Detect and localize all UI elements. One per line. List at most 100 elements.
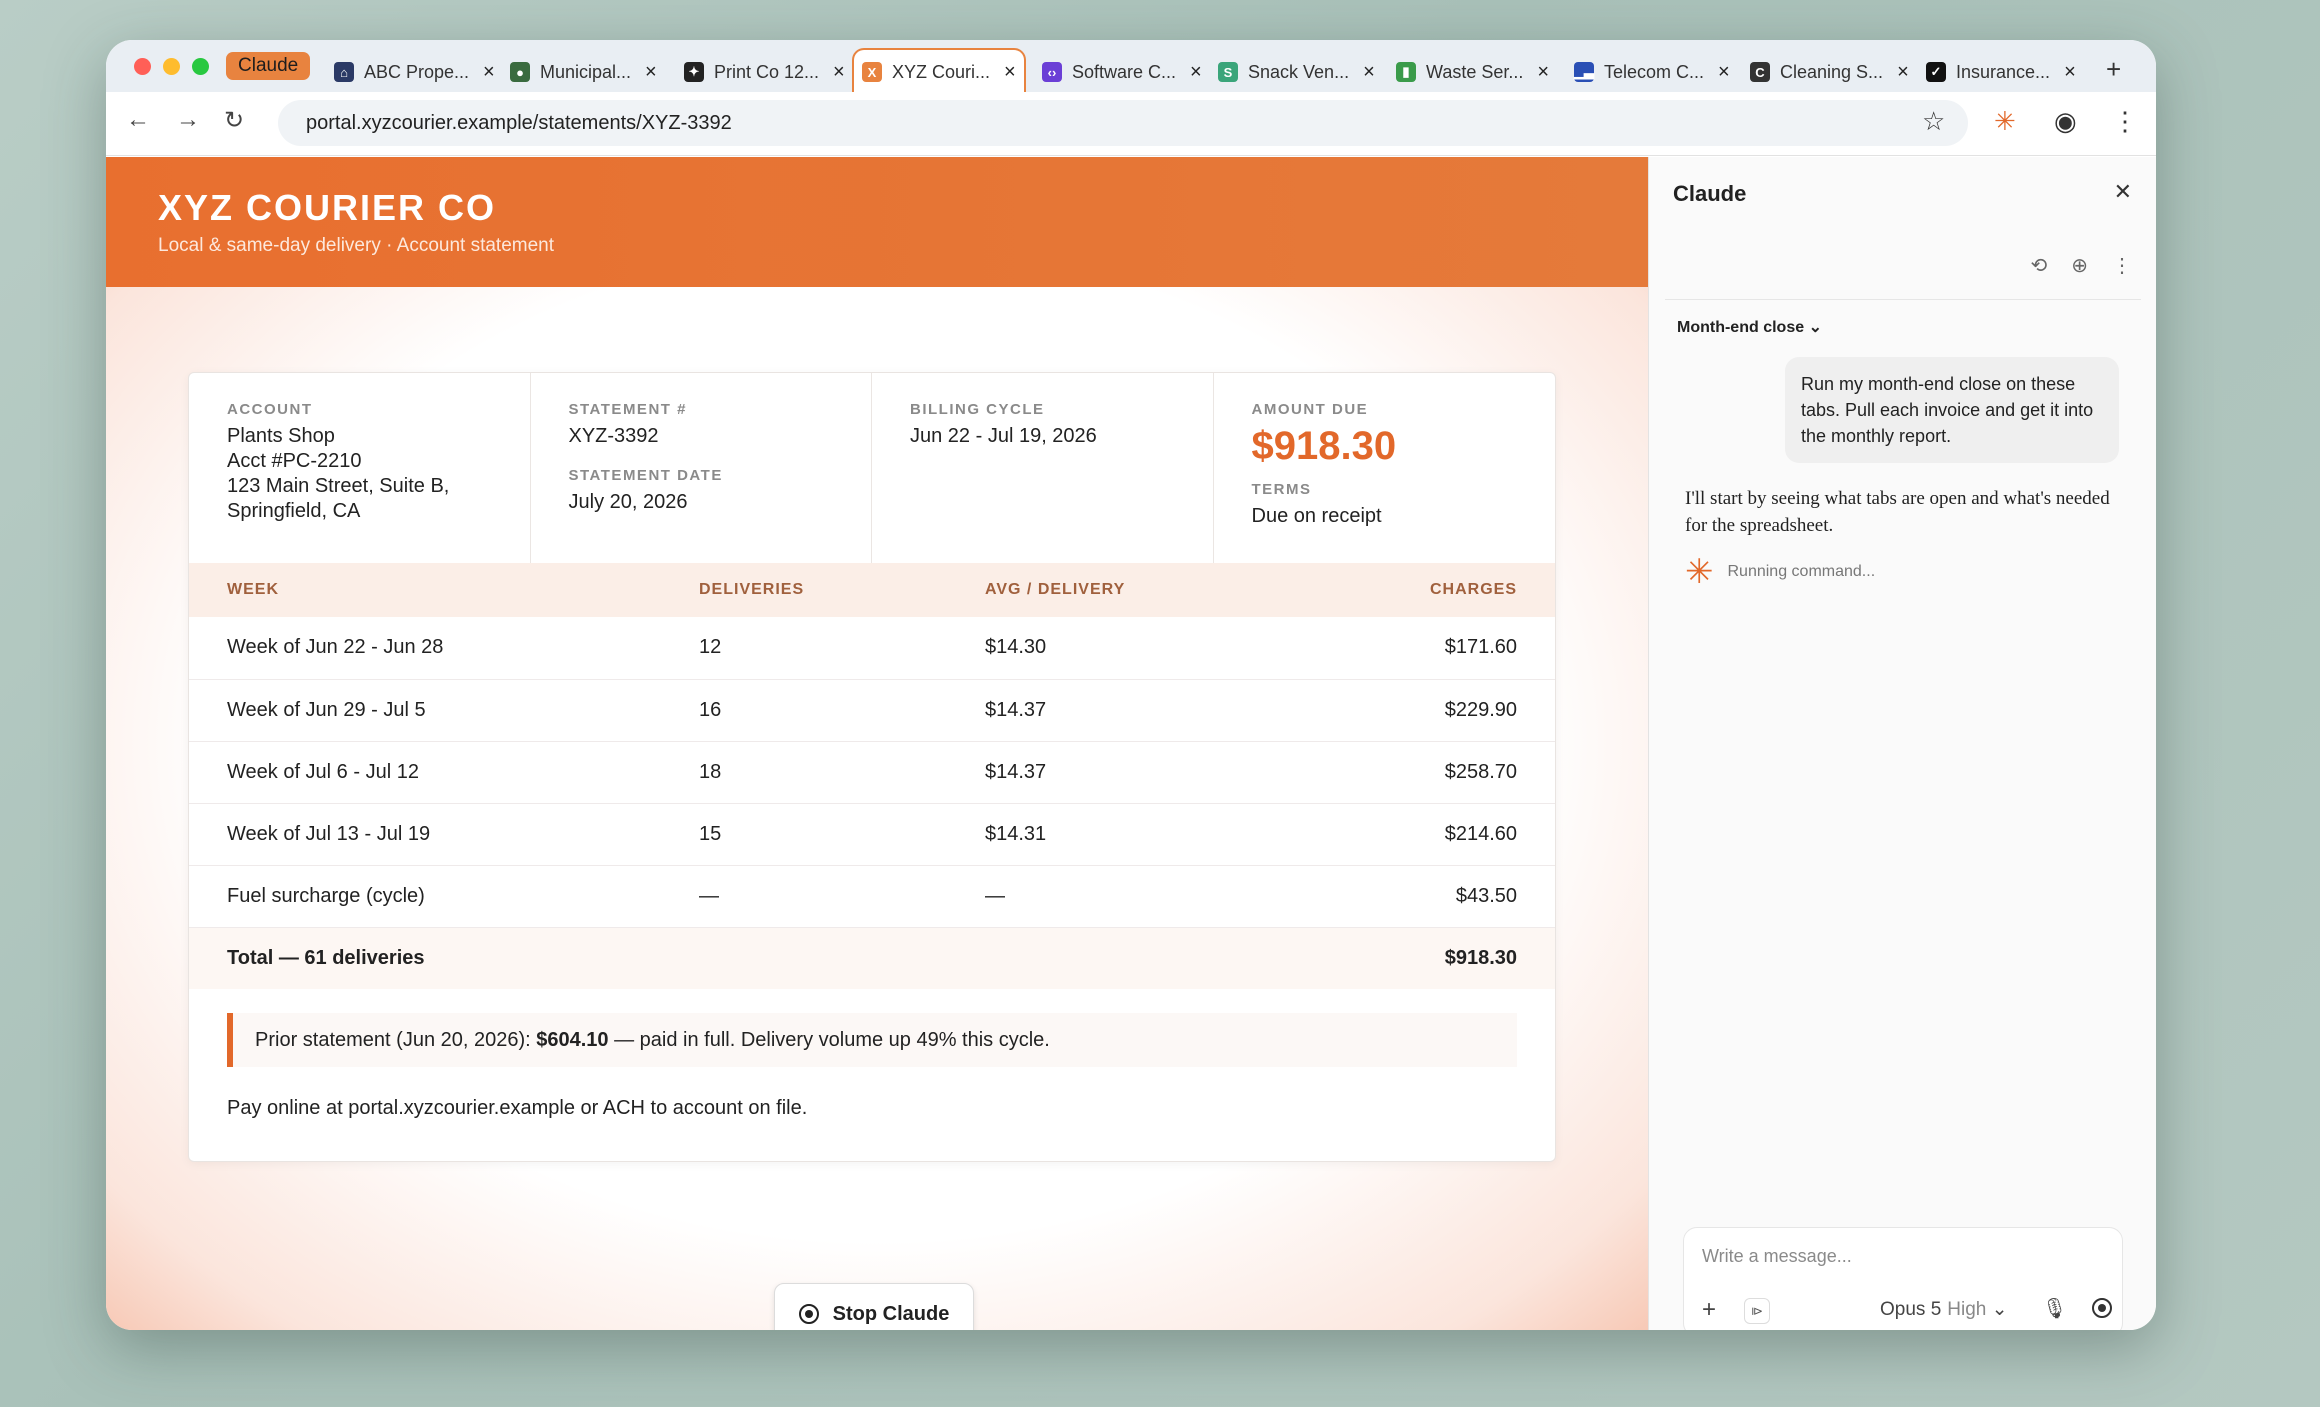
claude-spark-icon: ✳ [1685,553,1714,591]
printer-icon: ✦ [684,62,704,82]
close-tab-icon[interactable]: × [833,61,845,84]
table-row: Week of Jul 13 - Jul 19 15 $14.31 $214.6… [189,803,1555,866]
table-header-row: WEEK DELIVERIES AVG / DELIVERY CHARGES [189,563,1555,617]
company-name: XYZ COURIER CO [158,187,497,228]
history-icon[interactable]: ⟲ [2030,253,2047,278]
address-bar[interactable]: portal.xyzcourier.example/statements/XYZ… [278,100,1968,146]
tab-label: XYZ Couri... [892,61,991,82]
account-address-line1: 123 Main Street, Suite B, [227,475,450,497]
row-week: Week of Jun 22 - Jun 28 [189,617,699,680]
billing-cycle: Jun 22 - Jul 19, 2026 [910,425,1097,447]
microphone-icon[interactable]: 🎙 [2042,1296,2067,1321]
tab-insurance[interactable]: ✓ Insurance... × [1918,52,2084,92]
conversation-selector[interactable]: Month-end close ⌄ [1677,317,1822,337]
tab-label: Insurance... [1956,61,2051,82]
message-composer: + ⧐ Opus 5High ⌄ 🎙 [1683,1227,2123,1330]
billing-cycle-info: BILLING CYCLE Jun 22 - Jul 19, 2026 [872,373,1214,563]
row-avg: $14.31 [985,803,1285,866]
row-deliveries: 18 [699,741,985,804]
statement-summary: ACCOUNT Plants Shop Acct #PC-2210 123 Ma… [189,373,1555,563]
maximize-window-button[interactable] [192,58,209,75]
column-header-charges: CHARGES [1285,563,1555,617]
tab-label: Snack Ven... [1248,61,1350,82]
stop-claude-label: Stop Claude [832,1302,950,1325]
prior-statement-note: Prior statement (Jun 20, 2026): $604.10 … [227,1013,1517,1067]
total-value: $918.30 [1285,927,1555,989]
trash-icon: ▮ [1396,62,1416,82]
status-indicator: ✳ Running command... [1685,555,1875,589]
amount-due-label: AMOUNT DUE [1251,401,1369,418]
minimize-window-button[interactable] [163,58,180,75]
payment-instructions: Pay online at portal.xyzcourier.example … [227,1097,808,1119]
chevron-down-icon: ⌄ [1986,1299,2008,1320]
close-tab-icon[interactable]: × [1004,61,1016,84]
row-charges: $214.60 [1285,803,1555,866]
tab-waste-services[interactable]: ▮ Waste Ser... × [1388,52,1557,92]
close-tab-icon[interactable]: × [1190,61,1202,84]
close-tab-icon[interactable]: × [1363,61,1375,84]
tab-label: Municipal... [540,61,632,82]
back-icon[interactable]: ← [126,106,150,134]
account-info: ACCOUNT Plants Shop Acct #PC-2210 123 Ma… [189,373,531,563]
window-controls [134,58,209,75]
tab-label: Cleaning S... [1780,61,1884,82]
tab-group-label[interactable]: Claude [226,52,311,80]
statement-card: ACCOUNT Plants Shop Acct #PC-2210 123 Ma… [188,372,1556,1162]
browser-menu-icon[interactable]: ⋮ [2112,106,2138,137]
row-deliveries: 16 [699,679,985,742]
forward-icon[interactable]: → [176,106,200,134]
close-window-button[interactable] [134,58,151,75]
snack-icon: S [1218,62,1238,82]
claude-side-panel: Claude ✕ ⟲ ⊕ ⋮ Month-end close ⌄ Run my … [1648,157,2156,1330]
new-tab-icon[interactable]: + [2106,54,2121,85]
tab-software[interactable]: ‹› Software C... × [1034,52,1210,92]
tab-municipal[interactable]: ● Municipal... × [502,52,665,92]
profile-icon[interactable]: ◉ [2054,106,2077,137]
total-label: Total — 61 deliveries [189,927,699,989]
close-tab-icon[interactable]: × [2064,61,2076,84]
panel-actions: ⟲ ⊕ ⋮ [2030,253,2132,278]
terms: Due on receipt [1251,505,1382,527]
account-label: ACCOUNT [227,401,313,418]
row-charges: $43.50 [1285,865,1555,928]
model-selector[interactable]: Opus 5 High ⌄ [1880,1298,2008,1321]
bookmark-star-icon[interactable]: ☆ [1922,106,1945,137]
row-charges: $258.70 [1285,741,1555,804]
amount-due-info: AMOUNT DUE $918.30 TERMS Due on receipt [1214,373,1556,563]
record-icon[interactable] [2092,1298,2112,1318]
composer-toolbar: + ⧐ Opus 5 High ⌄ 🎙 [1702,1296,2112,1326]
row-avg: $14.30 [985,617,1285,680]
close-tab-icon[interactable]: × [483,61,495,84]
table-row: Fuel surcharge (cycle) — — $43.50 [189,865,1555,928]
close-tab-icon[interactable]: × [645,61,657,84]
close-tab-icon[interactable]: × [1718,61,1730,84]
tab-label: Print Co 12... [714,61,820,82]
statement-date: July 20, 2026 [568,491,688,513]
tab-print-co[interactable]: ✦ Print Co 12... × [676,52,853,92]
stop-claude-button[interactable]: Stop Claude [774,1283,974,1330]
tab-telecom[interactable]: ▁▃ Telecom C... × [1566,52,1738,92]
table-row: Week of Jun 22 - Jun 28 12 $14.30 $171.6… [189,617,1555,680]
close-tab-icon[interactable]: × [1897,61,1909,84]
close-tab-icon[interactable]: × [1537,61,1549,84]
tools-icon[interactable]: ⧐ [1744,1298,1770,1324]
model-name: Opus 5 [1880,1299,1942,1320]
account-address-line2: Springfield, CA [227,500,361,522]
more-options-icon[interactable]: ⋮ [2112,253,2132,278]
tab-snack-vendor[interactable]: S Snack Ven... × [1210,52,1383,92]
attach-icon[interactable]: + [1702,1296,1716,1324]
panel-title: Claude [1673,181,1747,206]
user-message: Run my month-end close on these tabs. Pu… [1785,357,2119,463]
new-chat-icon[interactable]: ⊕ [2071,253,2088,278]
claude-extension-icon[interactable]: ✳ [1994,106,2016,137]
tab-xyz-courier[interactable]: X XYZ Couri... × [852,48,1026,94]
tab-strip: Claude ⌂ ABC Prope... × ● Municipal... ×… [106,40,2156,94]
row-charges: $171.60 [1285,617,1555,680]
tab-abc-property[interactable]: ⌂ ABC Prope... × [326,52,503,92]
stop-icon [798,1304,819,1324]
reload-icon[interactable]: ↻ [224,106,244,135]
courier-icon: X [862,62,882,82]
message-input[interactable] [1684,1238,2104,1274]
close-panel-icon[interactable]: ✕ [2114,179,2132,205]
tab-cleaning[interactable]: C Cleaning S... × [1742,52,1917,92]
